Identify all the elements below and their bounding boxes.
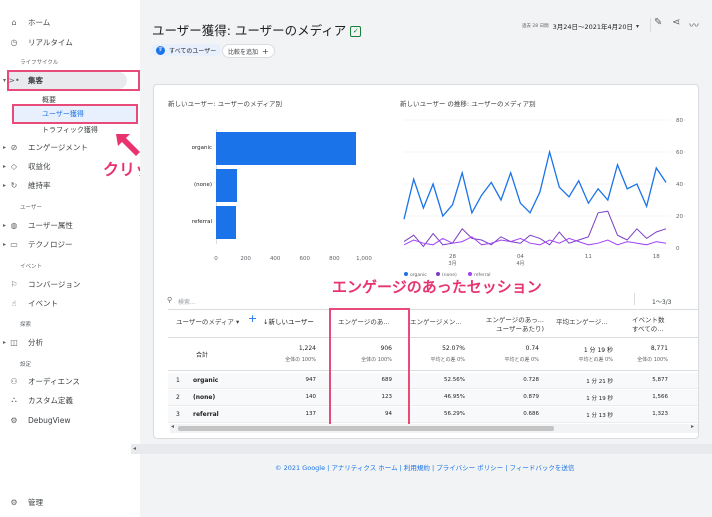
pagination-label: 1～3/3 [652, 299, 672, 306]
series-line-none [403, 210, 667, 248]
row-metric-value: 1,323 [652, 411, 668, 417]
line-y-tick: 0 [676, 246, 680, 252]
total-value: 1 分 19 秒 [583, 347, 613, 354]
footer-links[interactable]: © 2021 Google | アナリティクス ホーム | 利用規約 | プライ… [275, 462, 574, 472]
line-y-tick: 20 [676, 214, 683, 220]
total-value: 8,771 [650, 345, 668, 352]
annotation-engaged-sessions: エンゲージのあったセッション [332, 278, 542, 296]
scrollbar-thumb[interactable] [178, 426, 554, 431]
col-header-2[interactable]: エンゲージメン... [410, 316, 462, 326]
line-x-month-tick: 3月 [448, 261, 456, 267]
series-line-referral [403, 236, 667, 246]
divider [168, 370, 698, 371]
search-icon: ⚲ [167, 296, 173, 304]
col-header-5[interactable]: イベント数 すべての... [632, 316, 672, 334]
divider [168, 309, 698, 310]
scroll-left-icon[interactable]: ◂ [133, 445, 136, 452]
line-y-tick: 40 [676, 182, 683, 188]
total-value: 1,224 [298, 345, 316, 352]
line-x-tick: 04 [517, 254, 524, 260]
page-scrollbar[interactable] [131, 444, 712, 454]
row-metric-value: 0.686 [523, 411, 539, 417]
highlight-box-engaged-sessions [329, 308, 410, 428]
col-header-4[interactable]: 平均エンゲージ... [556, 316, 608, 326]
divider [168, 337, 698, 338]
dim-header[interactable]: ユーザーのメディア ▾ [176, 316, 239, 326]
total-subvalue: 全体の 100% [285, 357, 316, 363]
line-y-tick: 60 [676, 150, 683, 156]
row-index: 1 [176, 377, 180, 384]
total-subvalue: 平均との差 0% [504, 357, 539, 363]
row-metric-value: 947 [305, 377, 317, 383]
row-dimension-value: organic [193, 377, 219, 384]
row-metric-value: 1 分 19 秒 [586, 396, 613, 402]
row-metric-value: 140 [305, 394, 317, 400]
series-line-organic [403, 149, 667, 220]
row-dimension-value: (none) [193, 394, 216, 401]
add-dimension-icon[interactable]: + [248, 312, 257, 325]
row-metric-value: 1,566 [652, 394, 668, 400]
divider [634, 293, 635, 305]
chevron-down-icon: ▾ [236, 318, 240, 326]
row-metric-value: 56.29% [444, 411, 465, 417]
row-metric-value: 0.879 [523, 394, 539, 400]
row-metric-value: 46.95% [444, 394, 465, 400]
line-x-month-tick: 4月 [516, 261, 524, 267]
line-x-tick: 28 [449, 254, 456, 260]
row-metric-value: 52.56% [444, 377, 465, 383]
line-x-tick: 11 [585, 254, 592, 260]
scroll-right-icon[interactable]: ▸ [691, 423, 694, 430]
new-users-header[interactable]: ↓新しいユーザー [263, 316, 314, 326]
row-metric-value: 1 分 13 秒 [586, 413, 613, 419]
col-header-3[interactable]: エンゲージのあっ... ユーザーあたり) [478, 316, 544, 334]
total-subvalue: 全体の 100% [637, 357, 668, 363]
line-chart: 80604020028 04 11 183月 4月organic (none) referr… [403, 118, 683, 278]
table-search-input[interactable]: 検索... [178, 297, 196, 306]
total-subvalue: 平均との差 0% [578, 357, 613, 363]
total-value: 52.07% [442, 345, 465, 352]
line-x-tick: 18 [653, 254, 660, 260]
scroll-left-icon[interactable]: ◂ [171, 423, 174, 430]
line-y-tick: 80 [676, 118, 683, 124]
row-metric-value: 0.728 [523, 377, 539, 383]
row-index: 2 [176, 394, 180, 401]
total-subvalue: 平均との差 0% [430, 357, 465, 363]
total-value: 0.74 [525, 345, 539, 352]
row-metric-value: 5,877 [652, 377, 668, 383]
row-index: 3 [176, 411, 180, 418]
row-metric-value: 137 [305, 411, 317, 417]
total-label: 合計 [196, 352, 209, 359]
row-dimension-value: referral [193, 411, 219, 418]
row-metric-value: 1 分 21 秒 [586, 379, 613, 385]
